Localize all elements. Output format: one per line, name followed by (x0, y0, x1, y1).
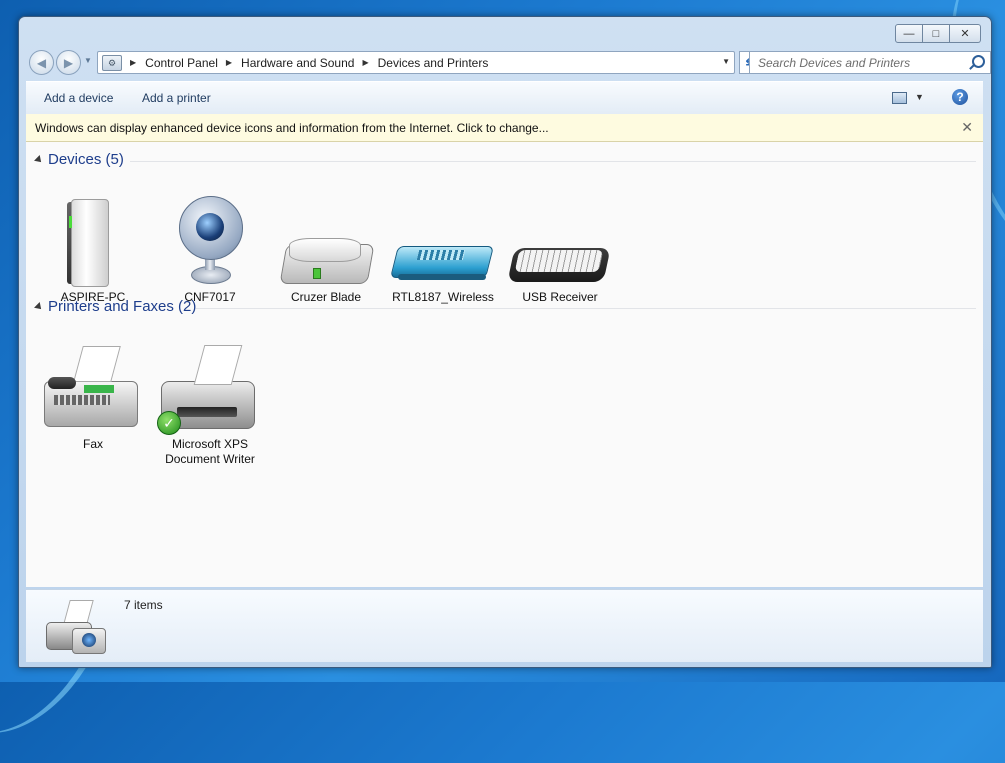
address-dropdown-icon[interactable]: ▼ (722, 57, 730, 66)
collapse-triangle-icon[interactable] (34, 155, 44, 165)
close-button[interactable]: ✕ (950, 24, 981, 43)
maximize-button[interactable]: □ (923, 24, 950, 43)
group-divider (130, 161, 976, 162)
breadcrumb-separator-icon[interactable]: ▶ (226, 58, 232, 67)
breadcrumb-separator-icon[interactable]: ▶ (362, 58, 368, 67)
add-printer-button[interactable]: Add a printer (142, 91, 211, 105)
info-bar-message[interactable]: Windows can display enhanced device icon… (35, 121, 549, 135)
back-button[interactable]: ◀ (29, 50, 54, 75)
printer-icon: ✓ (155, 341, 265, 437)
breadcrumb-devices-and-printers[interactable]: Devices and Printers (378, 56, 489, 70)
forward-arrow-icon: ▶ (63, 55, 74, 70)
device-item-aspire-pc[interactable]: ASPIRE-PC (38, 194, 148, 305)
printer-label-line1: Microsoft XPS (171, 437, 249, 451)
details-pane: 7 items (26, 589, 983, 662)
window-caption-buttons: — □ ✕ (895, 24, 981, 43)
search-box[interactable] (749, 51, 991, 74)
printer-item-microsoft-xps-document-writer[interactable]: ✓ Microsoft XPS Document Writer (155, 341, 265, 467)
breadcrumb-control-panel[interactable]: Control Panel (145, 56, 218, 70)
navigation-bar: ◀ ▶ ▼ ⚙ ▶ Control Panel ▶ Hardware and S… (27, 48, 991, 75)
maximize-icon: □ (932, 27, 940, 40)
search-input[interactable] (756, 54, 965, 71)
search-icon[interactable] (972, 55, 985, 68)
add-device-button[interactable]: Add a device (44, 91, 113, 105)
printer-label: Fax (82, 437, 103, 451)
group-divider (196, 308, 976, 309)
item-count: 7 items (124, 598, 163, 612)
device-item-cruzer-blade[interactable]: Cruzer Blade (271, 194, 381, 305)
back-arrow-icon: ◀ (36, 55, 47, 70)
breadcrumb-separator-icon[interactable]: ▶ (130, 58, 136, 67)
device-item-usb-receiver[interactable]: USB Receiver (505, 194, 615, 305)
forward-button[interactable]: ▶ (56, 50, 81, 75)
collapse-triangle-icon[interactable] (34, 302, 44, 312)
device-item-rtl8187-wireless[interactable]: RTL8187_Wireless (388, 194, 498, 305)
breadcrumb-hardware-and-sound[interactable]: Hardware and Sound (241, 56, 354, 70)
close-icon[interactable]: ✕ (961, 119, 973, 136)
group-title-printers: Printers and Faxes (2) (48, 298, 197, 315)
device-list-pane: Devices (5) ASPIRE-PC CNF7017 Cruzer Bla… (26, 142, 983, 587)
computer-icon (38, 194, 148, 290)
minimize-button[interactable]: — (895, 24, 923, 43)
devices-and-printers-icon (44, 598, 108, 658)
device-item-cnf7017[interactable]: CNF7017 (155, 194, 265, 305)
close-icon: ✕ (960, 28, 970, 40)
control-panel-icon: ⚙ (102, 54, 122, 71)
devices-and-printers-window: — □ ✕ ◀ ▶ ▼ ⚙ ▶ Control Panel ▶ Hardware… (18, 16, 992, 668)
information-bar[interactable]: Windows can display enhanced device icon… (26, 114, 983, 142)
group-title-devices: Devices (5) (48, 151, 124, 168)
printer-label-line2: Document Writer (165, 452, 255, 466)
fax-icon (38, 341, 148, 437)
change-view-icon[interactable] (892, 92, 907, 104)
default-printer-check-icon: ✓ (157, 411, 181, 435)
keyboard-icon (505, 194, 615, 290)
view-options-dropdown-icon[interactable]: ▼ (915, 92, 924, 102)
command-bar: Add a device Add a printer ▼ ? (26, 81, 983, 115)
address-bar[interactable]: ⚙ ▶ Control Panel ▶ Hardware and Sound ▶… (97, 51, 735, 74)
recent-pages-dropdown[interactable]: ▼ (84, 56, 92, 65)
printer-item-fax[interactable]: Fax (38, 341, 148, 452)
devices-group-header[interactable]: Devices (5) (26, 150, 983, 170)
printers-group-header[interactable]: Printers and Faxes (2) (26, 297, 983, 317)
help-icon[interactable]: ? (952, 89, 968, 105)
minimize-icon: — (903, 27, 915, 40)
webcam-icon (155, 194, 265, 290)
network-adapter-icon (388, 194, 498, 290)
drive-icon (271, 194, 381, 290)
